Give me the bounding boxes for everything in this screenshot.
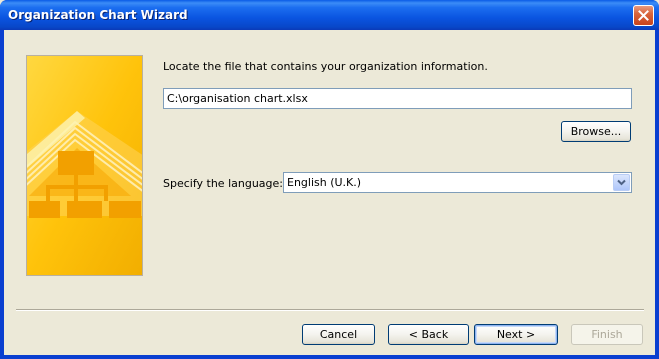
close-icon	[638, 10, 649, 21]
back-button[interactable]: < Back	[388, 324, 469, 345]
footer-separator	[16, 309, 644, 311]
next-button[interactable]: Next >	[474, 324, 558, 345]
language-dropdown-button[interactable]	[613, 174, 630, 191]
language-select[interactable]: English (U.K.)	[283, 172, 632, 193]
file-path-input[interactable]: C:\organisation chart.xlsx	[163, 88, 632, 109]
language-selected-value: English (U.K.)	[287, 176, 362, 189]
chevron-down-icon	[617, 179, 626, 186]
cancel-button[interactable]: Cancel	[302, 324, 375, 345]
title-bar[interactable]: Organization Chart Wizard	[0, 0, 659, 30]
window-title: Organization Chart Wizard	[8, 8, 188, 22]
browse-button[interactable]: Browse...	[561, 121, 631, 142]
org-chart-illustration-icon	[27, 111, 142, 218]
wizard-banner-image	[26, 55, 143, 276]
close-button[interactable]	[633, 5, 654, 26]
language-label: Specify the language:	[163, 177, 283, 190]
instruction-text: Locate the file that contains your organ…	[163, 60, 488, 73]
finish-button: Finish	[571, 324, 643, 345]
